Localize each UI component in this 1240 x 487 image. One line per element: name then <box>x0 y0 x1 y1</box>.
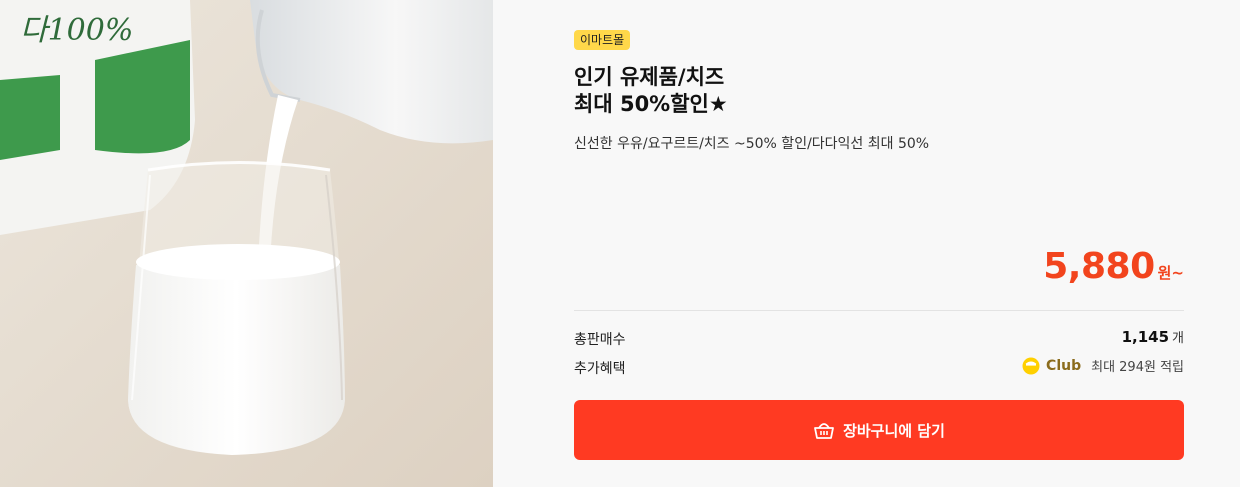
sales-count-label: 총판매수 <box>574 332 626 348</box>
divider <box>574 310 1184 311</box>
sales-count-row: 총판매수 1,145 개 <box>574 327 1184 349</box>
sales-count-value: 1,145 개 <box>1122 327 1184 346</box>
product-image[interactable]: 다100% <box>0 0 493 487</box>
club-benefit-text: 최대 294원 적립 <box>1091 360 1184 375</box>
club-name: Club <box>1046 357 1082 374</box>
product-title[interactable]: 인기 유제품/치즈 최대 50%할인★ <box>574 64 1174 118</box>
club-coin-icon <box>1022 357 1040 374</box>
add-to-cart-label: 장바구니에 담기 <box>843 421 945 440</box>
product-info: 이마트몰 인기 유제품/치즈 최대 50%할인★ 신선한 우유/요구르트/치즈 … <box>574 0 1184 487</box>
product-card: 다100% 이마트몰 인기 유제품/치즈 최대 50%할인★ 신선한 우유/요구… <box>0 0 1240 487</box>
price-unit: 원~ <box>1157 264 1184 282</box>
price-amount: 5,880 <box>1043 246 1155 287</box>
sales-count-number: 1,145 <box>1121 328 1170 346</box>
product-title-line-2: 최대 50%할인★ <box>574 92 728 116</box>
product-title-line-1: 인기 유제품/치즈 <box>574 65 725 89</box>
add-to-cart-button[interactable]: 장바구니에 담기 <box>574 400 1184 460</box>
product-subtitle: 신선한 우유/요구르트/치즈 ~50% 할인/다다익선 최대 50% <box>574 136 930 152</box>
benefit-label: 추가혜택 <box>574 361 626 377</box>
svg-text:다100%: 다100% <box>20 13 133 48</box>
store-badge: 이마트몰 <box>574 30 631 50</box>
sales-count-unit: 개 <box>1172 331 1184 346</box>
milk-glass-photo: 다100% <box>0 0 493 487</box>
benefit-row: 추가혜택 Club 최대 294원 적립 <box>574 356 1184 378</box>
price: 5,880 원~ <box>1043 246 1184 287</box>
club-benefit[interactable]: Club 최대 294원 적립 <box>1022 356 1184 375</box>
basket-icon <box>814 423 834 439</box>
